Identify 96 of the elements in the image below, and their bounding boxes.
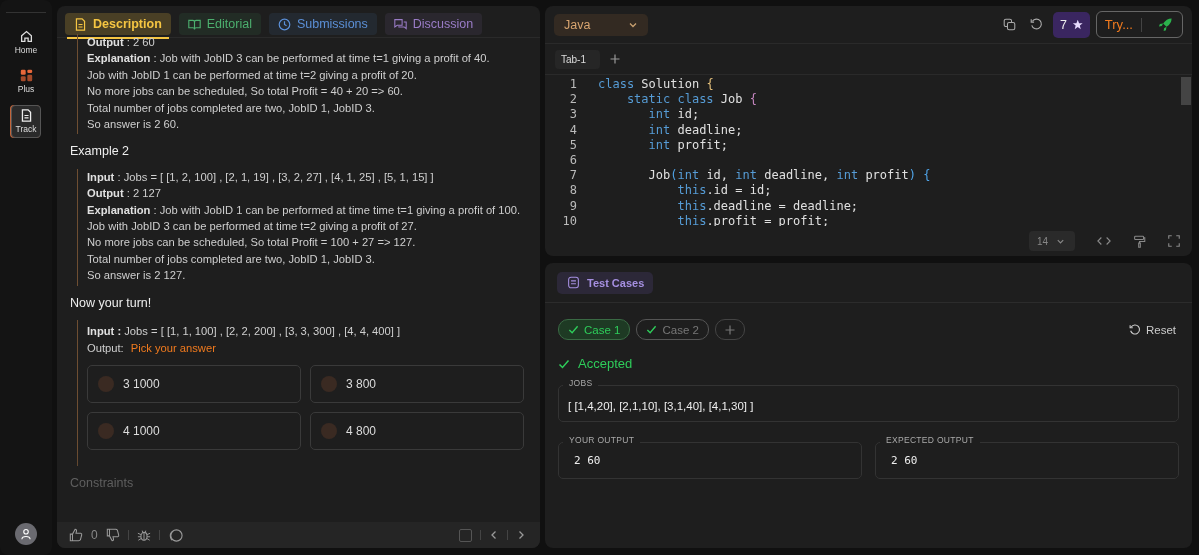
option-label: 3 800 — [346, 375, 377, 393]
example-line: Input : Jobs = [ [1, 2, 100] , [2, 1, 19] , [3, 2, 27] , [4, 1, 25] , [5, 1, 15] ] — [87, 169, 435, 185]
copy-icon[interactable] — [1002, 18, 1016, 31]
chat-icon — [393, 17, 407, 31]
chevron-left-icon[interactable] — [489, 530, 499, 540]
line-number: 6 — [569, 153, 577, 167]
check-icon — [558, 357, 570, 370]
rocket-icon — [1158, 17, 1173, 32]
section-heading: Now your turn! — [70, 294, 153, 312]
sidebar-item[interactable]: Home — [11, 27, 41, 58]
section-heading: Constraints — [70, 474, 135, 492]
line-number: 2 — [569, 92, 577, 107]
add-icon — [724, 324, 735, 335]
output-label: Output: — [87, 340, 124, 356]
example-line: Job with JobID 1 can be performed at time t=2 giving a profit of 20. — [87, 67, 418, 83]
bug-icon[interactable] — [136, 528, 151, 542]
chevron-right-icon[interactable] — [516, 530, 526, 540]
like-count: 0 — [91, 528, 98, 542]
code-line: int id; — [647, 107, 700, 122]
example-line: No more jobs can be scheduled, So total Profit = 40 + 20 => 60. — [87, 84, 404, 100]
sidebar-item[interactable]: Plus — [11, 66, 41, 97]
line-number: 8 — [569, 183, 577, 198]
sidebar-item[interactable]: Track — [11, 105, 41, 138]
verdict-label: Accepted — [578, 356, 633, 371]
font-size-dropdown[interactable]: 14 — [1029, 231, 1075, 251]
thumbs-down-icon[interactable] — [105, 528, 120, 542]
line-number: 7 — [569, 168, 577, 183]
answer-option[interactable]: 3 800 — [310, 364, 524, 403]
code-icon[interactable] — [1097, 235, 1111, 247]
coin-icon[interactable] — [167, 527, 183, 543]
avatar-icon[interactable] — [15, 523, 37, 545]
reset-icon[interactable] — [1029, 18, 1043, 31]
code-line: int deadline; — [647, 122, 743, 137]
problem-tab[interactable]: Submissions — [268, 13, 377, 35]
line-number: 10 — [562, 213, 577, 226]
option-label: 4 800 — [346, 422, 377, 440]
section-heading: Example 2 — [70, 143, 131, 160]
add-icon[interactable] — [610, 54, 620, 64]
answer-option[interactable]: 4 1000 — [87, 411, 301, 450]
test-cases-tab[interactable]: Test Cases — [557, 271, 654, 294]
clock-icon — [277, 17, 291, 31]
line-number: 3 — [569, 107, 577, 122]
example-line: Explanation : Job with JobID 1 can be performed at time time t=1 giving a profit of 100. — [87, 202, 522, 218]
document-icon — [19, 109, 33, 122]
example-line: Total number of jobs completed are two, JobID 1, JobID 3. — [87, 100, 376, 116]
book-icon — [187, 17, 201, 31]
field-label: JOBS — [563, 378, 599, 388]
code-line: static class Job { — [625, 92, 757, 107]
fullscreen-icon[interactable] — [1168, 235, 1180, 247]
input-line: Input : Jobs = [ [1, 1, 100] , [2, 2, 200] , [3, 3, 300] , [4, 4, 400] ] — [87, 324, 402, 340]
code-line: class Solution { — [598, 77, 714, 91]
editor-tab[interactable]: Tab-1 — [555, 49, 600, 69]
line-number: 4 — [569, 122, 577, 137]
example-line: Output : 2 60 — [87, 35, 156, 50]
list-icon — [567, 276, 580, 289]
scrollbar-thumb[interactable] — [1181, 77, 1191, 105]
line-number: 9 — [569, 198, 577, 213]
coins-badge[interactable]: 7 — [1052, 11, 1090, 38]
field-label: EXPECTED OUTPUT — [880, 435, 980, 445]
example-line: Total number of jobs completed are two, JobID 1, JobID 3. — [87, 251, 376, 267]
code-line: Job(int id, int deadline, int profit) { — [647, 168, 931, 183]
reset-button[interactable]: Reset — [1128, 323, 1176, 336]
example-line: So answer is 2 127. — [87, 268, 187, 284]
line-number: 1 — [569, 77, 577, 91]
try-button[interactable]: Try... — [1095, 11, 1183, 38]
code-line: int profit; — [647, 137, 729, 152]
answer-option[interactable]: 3 1000 — [87, 364, 301, 403]
thumbs-up-icon[interactable] — [69, 528, 83, 542]
field-label: YOUR OUTPUT — [563, 435, 641, 445]
answer-option[interactable]: 4 800 — [310, 411, 524, 450]
example-line: No more jobs can be scheduled, So total Profit = 100 + 27 => 127. — [87, 235, 417, 251]
field-value: [ [1,4,20], [2,1,10], [3,1,40], [4,1,30] ] — [568, 399, 754, 412]
example-line: Explanation : Job with JobID 3 can be performed at time t=1 giving a profit of 40. — [87, 51, 491, 67]
blocks-icon — [19, 69, 33, 82]
example-line: So answer is 2 60. — [87, 117, 181, 133]
line-number: 5 — [569, 137, 577, 152]
answer-prompt: Pick your answer — [130, 340, 216, 356]
example-line: Job with JobID 3 can be performed at time t=2 giving a profit of 27. — [87, 219, 418, 235]
field-value: 2 60 — [890, 454, 918, 467]
paint-roller-icon[interactable] — [1133, 234, 1146, 248]
language-dropdown[interactable]: Java — [554, 13, 648, 36]
example-line: Output : 2 127 — [87, 186, 162, 202]
problem-tab[interactable]: Discussion — [384, 13, 483, 35]
code-line: this.id = id; — [676, 183, 772, 198]
star-icon — [1070, 18, 1083, 31]
reset-icon — [1128, 323, 1141, 336]
document-icon — [74, 17, 87, 31]
option-label: 4 1000 — [123, 422, 160, 440]
case-tab[interactable]: Case 1 — [558, 319, 631, 340]
field-value: 2 60 — [573, 454, 601, 467]
problem-tab[interactable]: Editorial — [178, 13, 261, 35]
home-icon — [19, 30, 33, 43]
code-line: this.deadline = deadline; — [676, 198, 859, 213]
checkbox-icon[interactable] — [459, 528, 472, 542]
option-label: 3 1000 — [123, 375, 160, 393]
case-tab[interactable]: Case 2 — [636, 319, 709, 340]
